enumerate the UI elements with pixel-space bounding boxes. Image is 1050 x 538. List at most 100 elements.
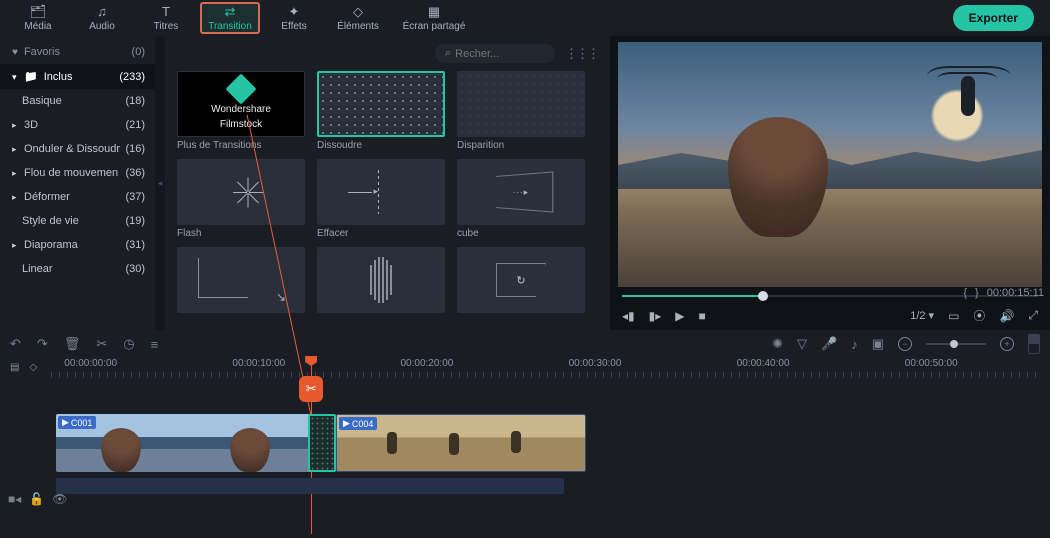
sidebar-item-count: (31): [125, 239, 145, 251]
card-shape[interactable]: ↻: [457, 247, 585, 313]
clip-c004[interactable]: ▶ C004: [336, 414, 586, 472]
grid-icon: ▦: [428, 5, 440, 19]
lock-icon[interactable]: 🔓: [29, 492, 44, 506]
card-flash[interactable]: Flash: [177, 159, 305, 239]
card-disparition[interactable]: Disparition: [457, 71, 585, 151]
sidebar-item-label: Déformer: [24, 191, 70, 203]
sidebar-item-label: Style de vie: [22, 215, 79, 227]
card-label: Flash: [177, 225, 305, 239]
card-effacer[interactable]: Effacer: [317, 159, 445, 239]
nav-media[interactable]: 🗂 Média: [8, 2, 68, 34]
video-track[interactable]: ▶ C001 ▶ C004: [56, 414, 1040, 472]
delete-icon[interactable]: 🗑: [64, 336, 81, 352]
play-icon[interactable]: ▶: [675, 309, 684, 323]
sidebar-item-onduler[interactable]: Onduler & Dissoudr (16): [0, 137, 155, 161]
sidebar-item-count: (21): [125, 119, 145, 131]
sidebar-item-label: Inclus: [44, 71, 73, 83]
color-wheel-icon[interactable]: ✺: [772, 336, 783, 352]
bracket-left-icon[interactable]: {: [963, 287, 967, 299]
card-dissoudre[interactable]: Dissoudre: [317, 71, 445, 151]
search-field[interactable]: [455, 48, 535, 60]
seek-knob[interactable]: [758, 291, 768, 301]
music-icon[interactable]: ♪: [851, 337, 858, 352]
sidebar-item-label: Basique: [22, 95, 62, 107]
track-view-toggle[interactable]: [1028, 334, 1040, 354]
sidebar-item-count: (19): [125, 215, 145, 227]
sidebar-item-3d[interactable]: 3D (21): [0, 113, 155, 137]
stack-icon[interactable]: ▤: [10, 362, 19, 373]
fullscreen-icon[interactable]: ⤢: [1028, 308, 1038, 323]
sidebar-item-linear[interactable]: Linear (30): [0, 257, 155, 281]
nav-split-screen[interactable]: ▦ Écran partagé: [392, 2, 476, 34]
tag-icon[interactable]: ▽: [797, 336, 807, 352]
transition-chip[interactable]: [308, 414, 336, 472]
ws-line2: Filmstock: [220, 119, 262, 130]
zoom-slider[interactable]: [926, 343, 986, 345]
ruler-time: 00:00:40:00: [737, 358, 790, 369]
nav-label: Audio: [89, 21, 115, 32]
nav-titles[interactable]: T Titres: [136, 2, 196, 34]
sidebar-inclus[interactable]: Inclus (233): [0, 64, 155, 89]
nav-audio[interactable]: ♫ Audio: [72, 2, 132, 34]
effacer-thumb: [317, 159, 445, 225]
speed-icon[interactable]: ◷: [123, 336, 134, 352]
zoom-in-icon[interactable]: +: [1000, 337, 1014, 351]
sidebar-item-flou[interactable]: Flou de mouvemen (36): [0, 161, 155, 185]
category-sidebar: Favoris (0) Inclus (233) Basique (18) 3D…: [0, 36, 155, 330]
bracket-right-icon[interactable]: }: [975, 287, 979, 299]
nav-transition[interactable]: ⇄ Transition: [200, 2, 260, 34]
nav-label: Effets: [281, 21, 306, 32]
grid-toggle-icon[interactable]: ⋮⋮⋮: [565, 46, 598, 62]
audio-track[interactable]: [56, 478, 564, 494]
sidebar-item-count: (16): [125, 143, 145, 155]
split-handle[interactable]: ◂: [155, 36, 165, 330]
top-nav: 🗂 Média ♫ Audio T Titres ⇄ Transition ✦ …: [0, 0, 1050, 36]
card-grid: Wondershare Filmstock Plus de Transition…: [165, 67, 610, 313]
nav-elements[interactable]: ◇ Éléments: [328, 2, 388, 34]
export-button[interactable]: Exporter: [953, 5, 1034, 31]
sidebar-item-count: (30): [125, 263, 145, 275]
volume-icon[interactable]: 🔊: [999, 309, 1014, 323]
card-cube[interactable]: cube: [457, 159, 585, 239]
chevron-right-icon: [12, 119, 18, 131]
sidebar-favorites[interactable]: Favoris (0): [0, 40, 155, 64]
card-blinds[interactable]: [317, 247, 445, 313]
sidebar-item-count: (0): [132, 46, 145, 58]
monitor-icon[interactable]: ▭: [948, 309, 959, 323]
preview-pane: { } 00:00:15:11 ◂▮ ▮▸ ▶ ■ 1/2 ▾ ▭ ⦿ 🔊 ⤢: [610, 36, 1050, 330]
ruler-track[interactable]: 00:00:00:00 00:00:10:00 00:00:20:00 00:0…: [51, 358, 1040, 384]
nav-effects[interactable]: ✦ Effets: [264, 2, 324, 34]
preview-seekbar[interactable]: { } 00:00:15:11: [622, 291, 1038, 301]
sidebar-item-count: (37): [125, 191, 145, 203]
folder-icon: [24, 70, 38, 83]
sidebar-item-deformer[interactable]: Déformer (37): [0, 185, 155, 209]
ruler-time: 00:00:50:00: [905, 358, 958, 369]
step-back-icon[interactable]: ▮▸: [649, 309, 662, 323]
preview-canvas[interactable]: [618, 42, 1042, 287]
mic-icon[interactable]: 🎤: [821, 336, 837, 352]
undo-icon[interactable]: ↶: [10, 336, 21, 352]
card-wondershare[interactable]: Wondershare Filmstock Plus de Transition…: [177, 71, 305, 151]
ruler-time: 00:00:10:00: [232, 358, 285, 369]
sidebar-item-styledevie[interactable]: Style de vie (19): [0, 209, 155, 233]
clip-c001[interactable]: ▶ C001: [56, 414, 314, 472]
stop-icon[interactable]: ■: [699, 309, 706, 323]
preview-subject: [728, 117, 838, 267]
sidebar-item-basique[interactable]: Basique (18): [0, 89, 155, 113]
search-input[interactable]: ⌕: [435, 44, 555, 63]
visibility-icon[interactable]: 👁: [52, 492, 67, 506]
marker-icon[interactable]: ◇: [29, 362, 37, 373]
pip-icon[interactable]: ▣: [872, 336, 884, 352]
zoom-out-icon[interactable]: −: [898, 337, 912, 351]
prev-frame-icon[interactable]: ◂▮: [622, 309, 635, 323]
page-indicator[interactable]: 1/2 ▾: [910, 309, 934, 322]
redo-icon[interactable]: ↷: [37, 336, 48, 352]
cut-icon[interactable]: ✂: [96, 336, 107, 352]
camera-icon[interactable]: ⦿: [973, 307, 985, 324]
settings-icon[interactable]: ≡: [151, 337, 159, 352]
sidebar-item-diaporama[interactable]: Diaporama (31): [0, 233, 155, 257]
sidebar-item-count: (36): [125, 167, 145, 179]
mute-toggle-icon[interactable]: ■◂: [8, 492, 21, 506]
chevron-down-icon: [12, 71, 18, 83]
clip-badge: ▶ C001: [58, 416, 96, 429]
